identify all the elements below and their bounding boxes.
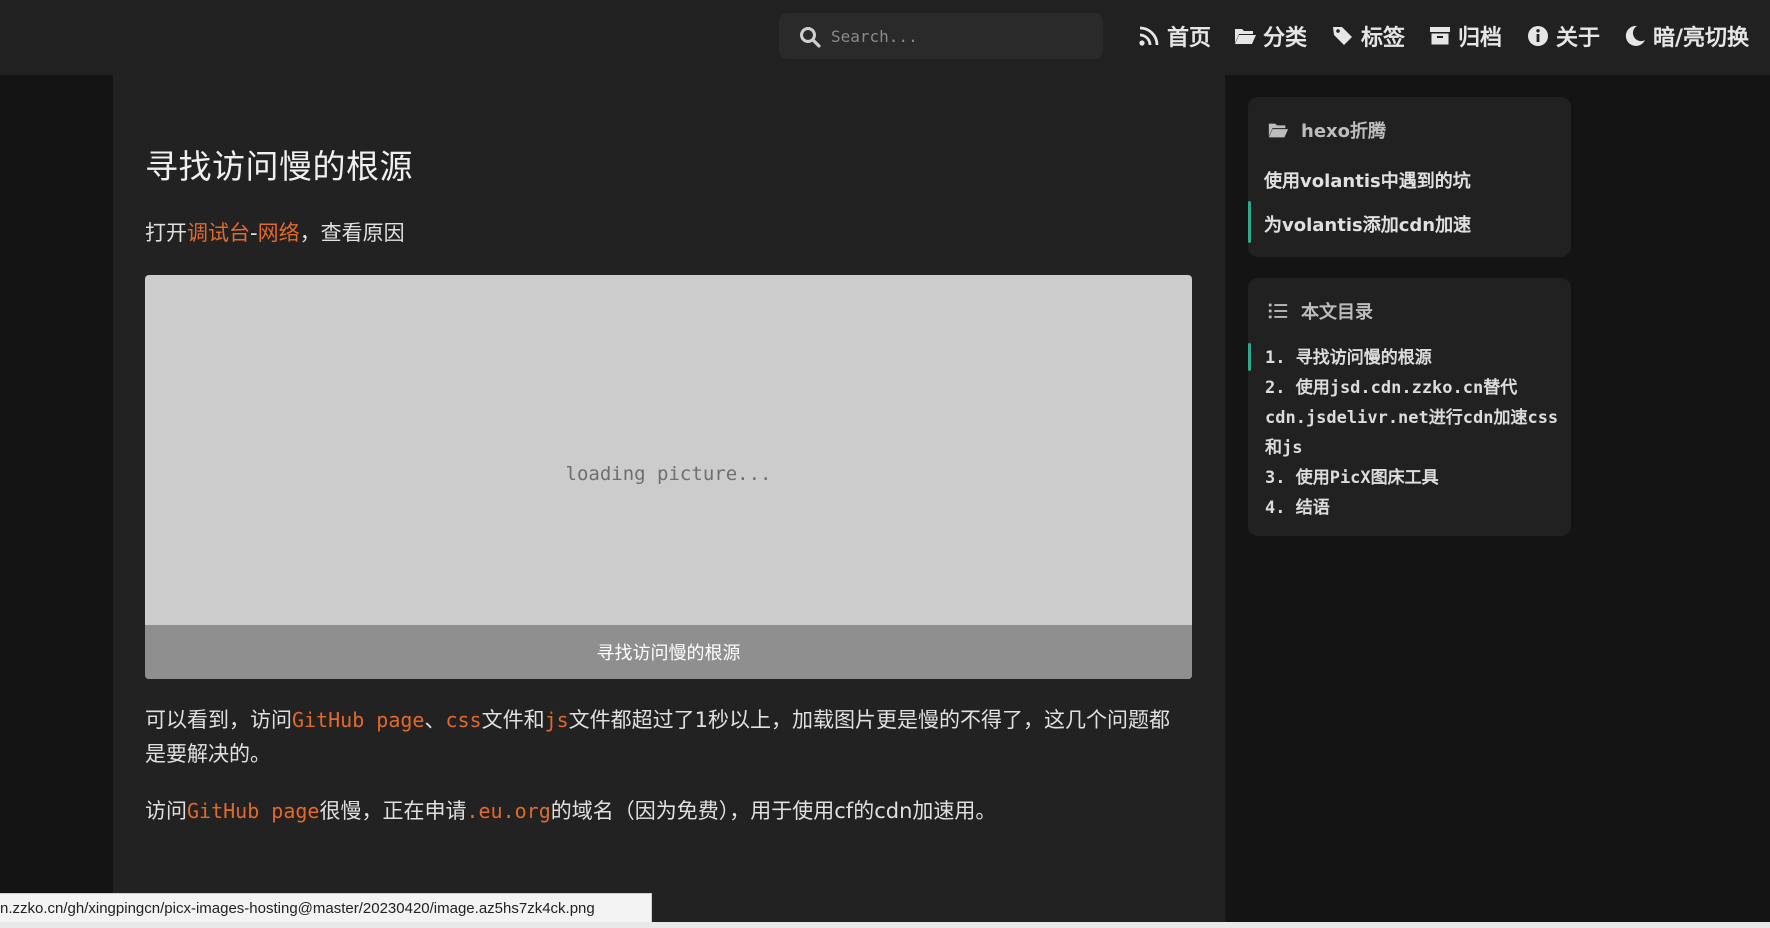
folder-open-icon	[1268, 123, 1289, 138]
rss-icon	[1139, 26, 1159, 46]
devtools-highlight: 调试台	[187, 221, 250, 245]
search-icon	[800, 27, 821, 48]
nav-archive[interactable]: 归档	[1428, 15, 1502, 57]
image-loading-text: loading picture...	[565, 463, 772, 485]
toc-item[interactable]: 1. 寻找访问慢的根源	[1265, 343, 1565, 373]
nav-theme-toggle-label: 暗/亮切换	[1653, 26, 1750, 51]
category-link[interactable]: 使用volantis中遇到的坑	[1264, 167, 1471, 193]
network-highlight: 网络	[257, 221, 300, 245]
category-link-active[interactable]: 为volantis添加cdn加速	[1264, 211, 1471, 237]
toc-widget: 本文目录 1. 寻找访问慢的根源 2. 使用jsd.cdn.zzko.cn替代c…	[1248, 278, 1571, 536]
nav-home[interactable]: 首页	[1137, 15, 1211, 57]
toc-item[interactable]: 2. 使用jsd.cdn.zzko.cn替代cdn.jsdelivr.net进行…	[1265, 373, 1565, 463]
nav-about-label: 关于	[1556, 26, 1601, 51]
nav-home-label: 首页	[1167, 26, 1212, 51]
info-circle-icon	[1528, 26, 1548, 46]
category-heading: hexo折腾	[1267, 117, 1386, 143]
text: 打开	[145, 221, 187, 245]
active-indicator	[1248, 343, 1251, 371]
nav-categories[interactable]: 分类	[1233, 15, 1307, 57]
window-bottom-edge	[0, 922, 1770, 928]
category-heading-text: hexo折腾	[1301, 121, 1386, 142]
active-indicator	[1248, 201, 1251, 243]
nav-theme-toggle[interactable]: 暗/亮切换	[1623, 15, 1749, 57]
category-widget: hexo折腾 使用volantis中遇到的坑 为volantis添加cdn加速	[1248, 97, 1571, 257]
nav-about[interactable]: 关于	[1526, 15, 1600, 57]
paragraph-domain: 访问GitHub page很慢，正在申请.eu.org的域名（因为免费），用于使…	[145, 794, 996, 828]
nav-tags[interactable]: 标签	[1331, 15, 1405, 57]
list-icon	[1268, 303, 1288, 319]
archive-icon	[1430, 27, 1450, 45]
text: 、	[424, 708, 446, 732]
link-status-bar: n.zzko.cn/gh/xingpingcn/picx-images-host…	[0, 893, 652, 923]
text: 访问	[145, 799, 187, 823]
image-caption: 寻找访问慢的根源	[145, 625, 1192, 679]
nav-categories-label: 分类	[1263, 26, 1308, 51]
moon-icon	[1625, 25, 1645, 46]
article-image[interactable]: loading picture... 寻找访问慢的根源	[145, 275, 1192, 679]
text: 是要解决的。	[145, 742, 271, 766]
paragraph-slow-resources: 可以看到，访问GitHub page、css文件和js文件都超过了1秒以上，加载…	[145, 703, 1205, 771]
text: 的域名（因为免费），用于使用cf的cdn加速用。	[550, 799, 997, 823]
tags-icon	[1333, 27, 1352, 45]
inline-code: .eu.org	[466, 799, 551, 823]
nav-tags-label: 标签	[1361, 26, 1406, 51]
nav-archive-label: 归档	[1458, 26, 1503, 51]
top-navbar: 首页 分类 标签 归档 关于 暗/亮切换	[0, 0, 1770, 75]
search-box[interactable]	[779, 13, 1103, 59]
inline-code: GitHub page	[187, 799, 320, 823]
text: 文件都超过了1秒以上，加载图片更是慢的不得了，这几个问题都	[568, 708, 1171, 732]
folder-open-icon	[1235, 29, 1256, 44]
text: 文件和	[481, 708, 545, 732]
text: ，查看原因	[299, 221, 405, 245]
inline-code: js	[544, 708, 569, 732]
inline-code: GitHub page	[292, 708, 425, 732]
article-heading: 寻找访问慢的根源	[145, 147, 413, 186]
toc-item[interactable]: 4. 结语	[1265, 493, 1565, 523]
toc-item[interactable]: 3. 使用PicX图床工具	[1265, 463, 1565, 493]
inline-code: css	[445, 708, 482, 732]
toc-heading-text: 本文目录	[1301, 302, 1373, 323]
paragraph-open-devtools: 打开调试台-网络，查看原因	[145, 216, 405, 250]
search-input[interactable]	[831, 21, 1091, 51]
toc-heading: 本文目录	[1267, 298, 1373, 324]
text: -	[250, 221, 258, 245]
text: 可以看到，访问	[145, 708, 292, 732]
text: 很慢，正在申请	[319, 799, 467, 823]
